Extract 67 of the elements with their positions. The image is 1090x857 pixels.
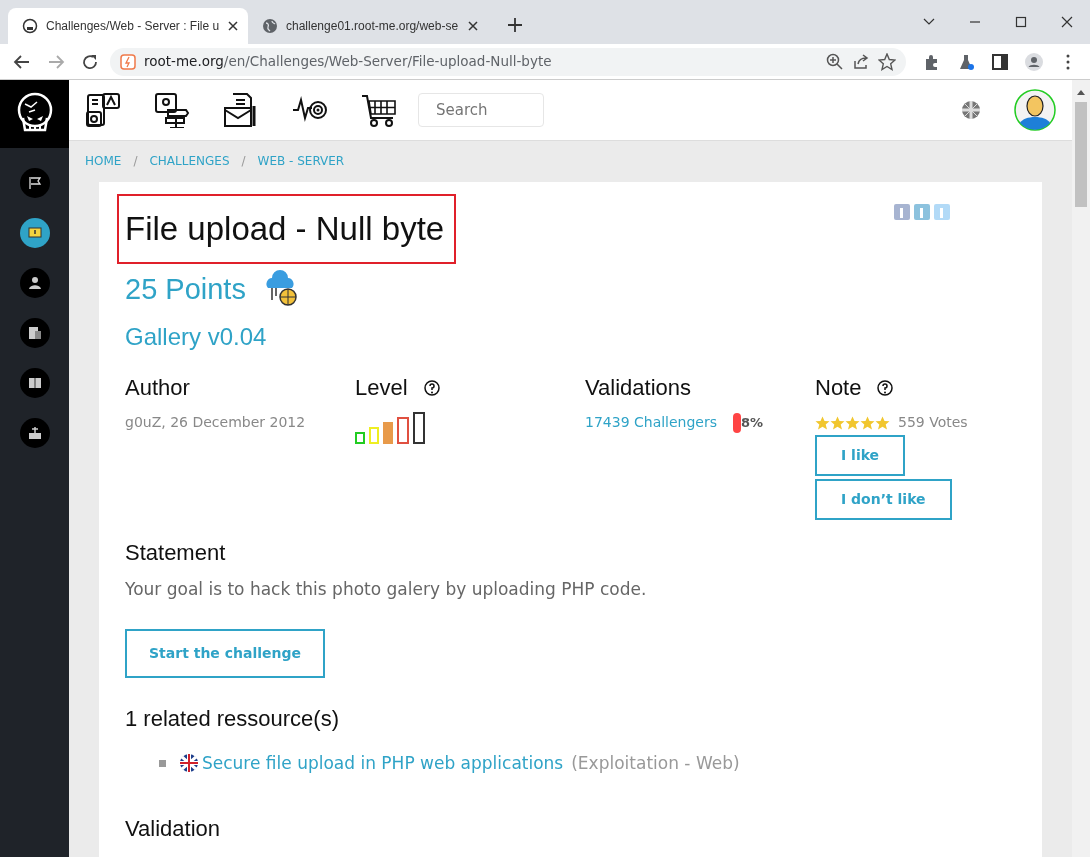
votes-text: 559 Votes [898, 413, 968, 432]
language-flag-icon[interactable] [961, 99, 981, 120]
globe-icon [262, 18, 278, 34]
section-heading: 1 related ressource(s) [125, 704, 340, 733]
vote-button[interactable]: I like [815, 435, 906, 476]
site-icon [120, 53, 136, 70]
challenge-title: File upload - Null byte [117, 194, 457, 264]
resource-link[interactable]: Secure file upload in PHP web applications [202, 750, 564, 776]
vote-button[interactable]: I don’t like [815, 479, 952, 520]
scroll-up-icon[interactable] [1076, 88, 1086, 96]
close-icon[interactable] [228, 21, 238, 31]
section-heading: Validations [585, 374, 691, 402]
new-tab-icon[interactable] [508, 18, 522, 32]
author-text: g0uZ, 26 December 2012 [125, 413, 307, 432]
sidebar-item[interactable] [19, 318, 50, 348]
maximize-icon[interactable] [1015, 16, 1027, 28]
challengers-link[interactable]: 17439 Challengers [585, 412, 718, 433]
breadcrumb-separator: / [133, 153, 138, 171]
close-icon[interactable] [1061, 16, 1073, 28]
section-heading: Author [125, 374, 190, 402]
share-icon[interactable] [852, 52, 870, 71]
sidebar-item[interactable] [19, 368, 50, 398]
zoom-icon[interactable] [826, 52, 844, 71]
sidebar-item[interactable] [19, 268, 50, 298]
avatar-icon[interactable] [1014, 88, 1056, 131]
browser-tab[interactable]: Challenges/Web - Server : File u [8, 8, 248, 44]
sidebar-item[interactable] [19, 218, 50, 248]
browser-tab[interactable]: challenge01.root-me.org/web-se [248, 8, 488, 44]
breadcrumb-link[interactable]: CHALLENGES [149, 152, 230, 171]
flask-icon[interactable] [957, 52, 975, 71]
star-icon [830, 415, 845, 430]
close-icon[interactable] [468, 21, 478, 31]
reload-icon[interactable] [81, 52, 99, 71]
breadcrumb-separator: / [241, 153, 246, 171]
star-icon [860, 415, 875, 430]
sidebar-item[interactable] [19, 168, 50, 198]
sidebar-item[interactable] [19, 418, 50, 448]
qa-icon[interactable] [85, 91, 121, 128]
breadcrumb-link[interactable]: HOME [85, 152, 122, 171]
back-icon[interactable] [13, 52, 31, 71]
breadcrumb-link[interactable]: WEB - SERVER [257, 152, 345, 171]
star-icon [815, 415, 830, 430]
help-icon[interactable] [423, 379, 440, 396]
section-heading: Validation [125, 815, 221, 843]
search-field[interactable]: Search [418, 92, 544, 127]
star-icon[interactable] [878, 52, 896, 71]
start-challenge-button[interactable]: Start the challenge [125, 628, 325, 678]
statement-text: Your goal is to hack this photo galery by uploading PHP code. [125, 578, 648, 601]
signpost-icon[interactable] [154, 91, 190, 128]
section-heading: Statement [125, 539, 227, 567]
mail-document-icon[interactable] [223, 91, 259, 128]
star-icon [875, 415, 890, 430]
percent-bar [733, 412, 742, 433]
help-icon[interactable] [877, 379, 894, 396]
section-heading: Note [815, 374, 862, 402]
side-panel-icon[interactable] [991, 52, 1009, 71]
subtitle-link[interactable]: Gallery v0.04 [125, 319, 1016, 355]
address-bar[interactable]: root-me.org/en/Challenges/Web-Server/File-upload-Null-byte [110, 47, 906, 76]
bullet-icon [159, 759, 166, 767]
star-icon [845, 415, 860, 430]
section-heading: Level [355, 374, 408, 402]
percent-text: 8% [741, 413, 764, 432]
scrollbar-thumb[interactable] [1075, 102, 1087, 207]
profile-icon[interactable] [1025, 52, 1043, 71]
points-text: 25 Points [125, 271, 246, 307]
resource-category: (Exploitation - Web) [571, 751, 740, 775]
uk-flag-icon [180, 754, 198, 773]
